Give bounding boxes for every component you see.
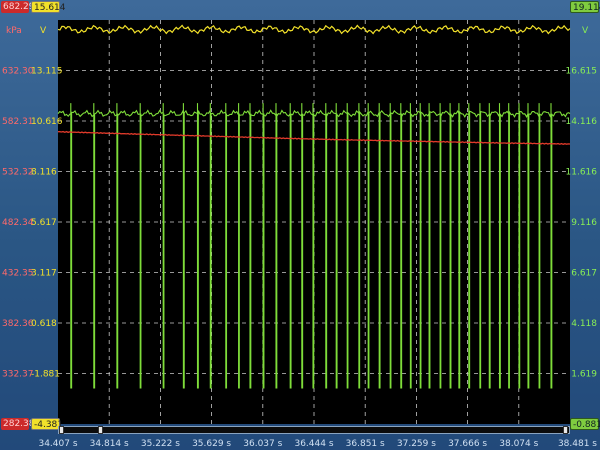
red-axis-tick-label: 432.35 xyxy=(2,269,34,279)
green-axis-tick-label: 6.617 xyxy=(571,269,597,279)
x-tick-labels: 34.407 s 34.814 s 35.222 s 35.629 s 36.037 s… xyxy=(38,439,597,449)
x-tick-label: 34.814 s xyxy=(90,439,129,449)
time-scrollbar[interactable] xyxy=(58,426,570,434)
yellow-axis-tick-label: -1.881 xyxy=(31,370,60,380)
scroll-handle-middle[interactable] xyxy=(98,426,103,434)
x-tick-label: 34.407 s xyxy=(38,439,77,449)
red-axis-unit: kPa xyxy=(6,26,22,36)
yellow-axis-tick-label: 8.116 xyxy=(31,168,57,178)
scroll-handle-right[interactable] xyxy=(563,426,568,434)
x-tick-label: 37.259 s xyxy=(397,439,436,449)
green-axis-tick-label: 4.118 xyxy=(571,319,597,329)
yellow-axis-tick-label: 5.617 xyxy=(31,218,57,228)
green-axis-tick-label: 1.619 xyxy=(571,370,597,380)
green-axis-tick-label: 9.116 xyxy=(571,218,597,228)
x-tick-label: 36.037 s xyxy=(243,439,282,449)
green-axis-tick-label: 14.116 xyxy=(566,117,598,127)
red-axis-tick-label: 532.32 xyxy=(2,168,34,178)
yellow-axis-unit: V xyxy=(40,26,47,36)
red-axis-tick-label: 632.30 xyxy=(2,67,34,77)
yellow-axis-min-badge: -4.381 xyxy=(31,418,63,430)
green-axis-unit: V xyxy=(582,26,589,36)
left-tick-labels: 632.3013.115 582.3110.616 532.328.116 482.3… xyxy=(2,67,63,380)
x-tick-label: 35.629 s xyxy=(192,439,231,449)
red-axis-tick-label: 332.37 xyxy=(2,370,34,380)
x-tick-label: 37.666 s xyxy=(448,439,487,449)
chart-svg: 632.3013.115 582.3110.616 532.328.116 482.3… xyxy=(2,20,598,449)
green-axis-tick-label: 16.615 xyxy=(566,67,598,77)
x-tick-label: 36.851 s xyxy=(346,439,385,449)
green-axis-max-badge: 19.114 xyxy=(570,1,600,13)
red-axis-min-badge: 282.38 xyxy=(1,418,35,430)
scroll-handle-left[interactable] xyxy=(59,426,64,434)
yellow-axis-tick-label: 3.117 xyxy=(31,269,57,279)
yellow-axis-tick-label: 0.618 xyxy=(31,319,57,329)
x-tick-label: 36.444 s xyxy=(294,439,333,449)
red-axis-tick-label: 382.36 xyxy=(2,319,34,329)
yellow-axis-tick-label: 13.115 xyxy=(31,67,63,77)
red-axis-tick-label: 482.34 xyxy=(2,218,34,228)
right-tick-labels: 16.615 14.116 11.616 9.116 6.617 4.118 1.619 xyxy=(566,67,598,380)
x-tick-label: 38.074 s xyxy=(499,439,538,449)
x-tick-label: 35.222 s xyxy=(141,439,180,449)
green-axis-min-badge: -0.881 xyxy=(570,418,600,430)
red-axis-tick-label: 582.31 xyxy=(2,117,34,127)
oscilloscope-window: 632.30 13.115 582.31 10.616 532.32 8.116 482.3… xyxy=(0,0,600,450)
green-axis-tick-label: 11.616 xyxy=(566,168,598,178)
x-tick-label: 38.481 s xyxy=(558,439,597,449)
yellow-axis-max-badge: 15.614 xyxy=(31,1,66,13)
red-axis-max-badge: 682.29 xyxy=(1,1,35,13)
yellow-axis-tick-label: 10.616 xyxy=(31,117,63,127)
